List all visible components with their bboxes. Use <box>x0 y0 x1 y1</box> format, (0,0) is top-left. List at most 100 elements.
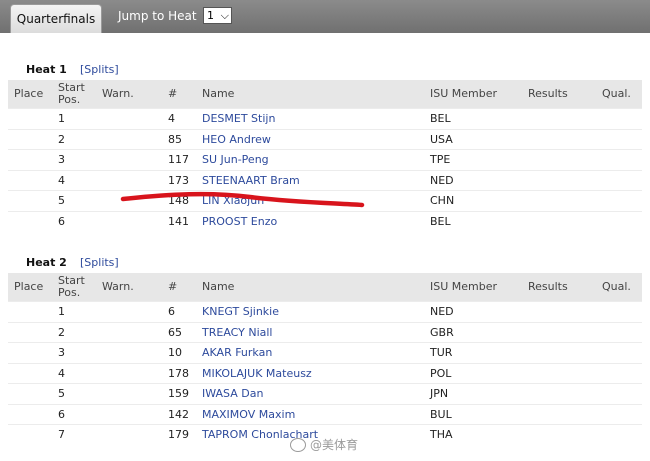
heat-2-splits-link[interactable]: [Splits] <box>80 256 119 269</box>
number-cell: 148 <box>162 190 196 211</box>
col-header-warn: Warn. <box>96 273 162 302</box>
heat-1-splits-link[interactable]: [Splits] <box>80 63 119 76</box>
skater-name-link[interactable]: AKAR Furkan <box>196 342 424 363</box>
skater-name-link[interactable]: KNEGT Sjinkie <box>196 301 424 322</box>
warn-cell <box>96 108 162 129</box>
qual-cell <box>596 362 642 384</box>
heat-select[interactable]: 1 ⌵ <box>203 7 232 24</box>
place-cell <box>8 362 52 384</box>
table-header-row: Place Start Pos. Warn. # Name ISU Member… <box>8 273 642 302</box>
start-pos-cell: 1 <box>52 301 96 322</box>
qual-cell <box>596 383 642 404</box>
place-cell <box>8 342 52 363</box>
results-cell <box>522 169 596 191</box>
start-pos-cell: 3 <box>52 149 96 170</box>
skater-name-link[interactable]: STEENAART Bram <box>196 169 424 191</box>
results-cell <box>522 301 596 322</box>
warn-cell <box>96 169 162 191</box>
isu-member-cell: THA <box>424 424 522 445</box>
table-row: 2 85 HEO Andrew USA <box>8 128 642 150</box>
col-header-number: # <box>162 80 196 109</box>
place-cell <box>8 424 52 445</box>
number-cell: 65 <box>162 321 196 343</box>
isu-member-cell: BUL <box>424 403 522 425</box>
number-cell: 85 <box>162 128 196 150</box>
qual-cell <box>596 128 642 150</box>
tab-quarterfinals[interactable]: Quarterfinals <box>10 4 102 33</box>
skater-name-link[interactable]: HEO Andrew <box>196 128 424 150</box>
results-cell <box>522 210 596 231</box>
isu-member-cell: TPE <box>424 149 522 170</box>
number-cell: 142 <box>162 403 196 425</box>
heat-2-table: Place Start Pos. Warn. # Name ISU Member… <box>8 273 642 445</box>
qual-cell <box>596 169 642 191</box>
isu-member-cell: CHN <box>424 190 522 211</box>
col-header-number: # <box>162 273 196 302</box>
place-cell <box>8 321 52 343</box>
col-header-warn: Warn. <box>96 80 162 109</box>
start-pos-cell: 6 <box>52 210 96 231</box>
warn-cell <box>96 210 162 231</box>
skater-name-link[interactable]: MIKOLAJUK Mateusz <box>196 362 424 384</box>
number-cell: 178 <box>162 362 196 384</box>
qual-cell <box>596 108 642 129</box>
start-pos-cell: 5 <box>52 190 96 211</box>
results-cell <box>522 108 596 129</box>
isu-member-cell: TUR <box>424 342 522 363</box>
number-cell: 6 <box>162 301 196 322</box>
start-pos-cell: 3 <box>52 342 96 363</box>
start-pos-cell: 7 <box>52 424 96 445</box>
qual-cell <box>596 301 642 322</box>
number-cell: 117 <box>162 149 196 170</box>
number-cell: 10 <box>162 342 196 363</box>
skater-name-link[interactable]: PROOST Enzo <box>196 210 424 231</box>
warn-cell <box>96 190 162 211</box>
qual-cell <box>596 321 642 343</box>
col-header-isu-member: ISU Member <box>424 80 522 109</box>
place-cell <box>8 403 52 425</box>
start-pos-cell: 1 <box>52 108 96 129</box>
isu-member-cell: JPN <box>424 383 522 404</box>
results-cell <box>522 149 596 170</box>
start-pos-cell: 2 <box>52 128 96 150</box>
col-header-start-pos: Start Pos. <box>52 80 96 109</box>
watermark-text: @美体育 <box>310 438 359 452</box>
isu-member-cell: USA <box>424 128 522 150</box>
isu-member-cell: NED <box>424 169 522 191</box>
isu-member-cell: POL <box>424 362 522 384</box>
warn-cell <box>96 362 162 384</box>
place-cell <box>8 128 52 150</box>
isu-member-cell: NED <box>424 301 522 322</box>
skater-name-link[interactable]: DESMET Stijn <box>196 108 424 129</box>
table-row: 1 6 KNEGT Sjinkie NED <box>8 301 642 322</box>
warn-cell <box>96 149 162 170</box>
start-pos-cell: 6 <box>52 403 96 425</box>
skater-name-link[interactable]: TREACY Niall <box>196 321 424 343</box>
chevron-down-icon: ⌵ <box>220 9 229 22</box>
table-row: 4 173 STEENAART Bram NED <box>8 169 642 191</box>
place-cell <box>8 169 52 191</box>
heat-1-title: Heat 1 <box>26 63 67 76</box>
col-header-isu-member: ISU Member <box>424 273 522 302</box>
skater-name-link[interactable]: SU Jun-Peng <box>196 149 424 170</box>
weibo-logo-icon <box>290 437 306 452</box>
start-pos-cell: 5 <box>52 383 96 404</box>
table-row: 5 159 IWASA Dan JPN <box>8 383 642 404</box>
col-header-start-pos: Start Pos. <box>52 273 96 302</box>
warn-cell <box>96 342 162 363</box>
qual-cell <box>596 149 642 170</box>
warn-cell <box>96 301 162 322</box>
place-cell <box>8 301 52 322</box>
qual-cell <box>596 424 642 445</box>
number-cell: 173 <box>162 169 196 191</box>
results-cell <box>522 383 596 404</box>
isu-member-cell: GBR <box>424 321 522 343</box>
skater-name-link[interactable]: LIN Xiaojun <box>196 190 424 211</box>
skater-name-link[interactable]: IWASA Dan <box>196 383 424 404</box>
results-cell <box>522 424 596 445</box>
heat-select-value: 1 <box>207 9 214 22</box>
table-row: 1 4 DESMET Stijn BEL <box>8 108 642 129</box>
skater-name-link[interactable]: MAXIMOV Maxim <box>196 403 424 425</box>
results-cell <box>522 128 596 150</box>
place-cell <box>8 108 52 129</box>
